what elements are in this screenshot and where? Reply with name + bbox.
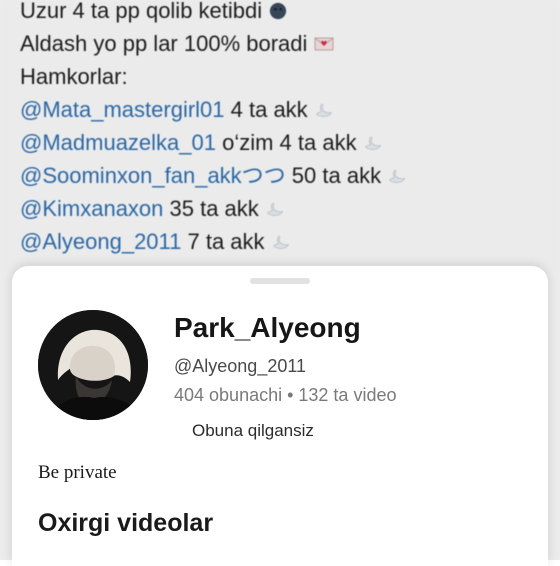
profile-stats: 404 obunachi • 132 ta video — [174, 385, 397, 405]
sheet-drag-handle[interactable] — [250, 278, 310, 284]
avatar-photo-icon — [38, 310, 148, 420]
profile-avatar[interactable] — [38, 310, 148, 420]
subscribe-status-button[interactable]: Obuna qilgansiz — [192, 421, 314, 441]
profile-bio: Be private — [38, 462, 117, 483]
recent-videos-heading: Oxirgi videolar — [38, 509, 214, 537]
profile-username: Park_Alyeong — [174, 312, 361, 343]
profile-handle: @Alyeong_2011 — [174, 356, 307, 376]
profile-bottom-sheet: Park_Alyeong @Alyeong_2011 404 obunachi … — [12, 266, 548, 566]
